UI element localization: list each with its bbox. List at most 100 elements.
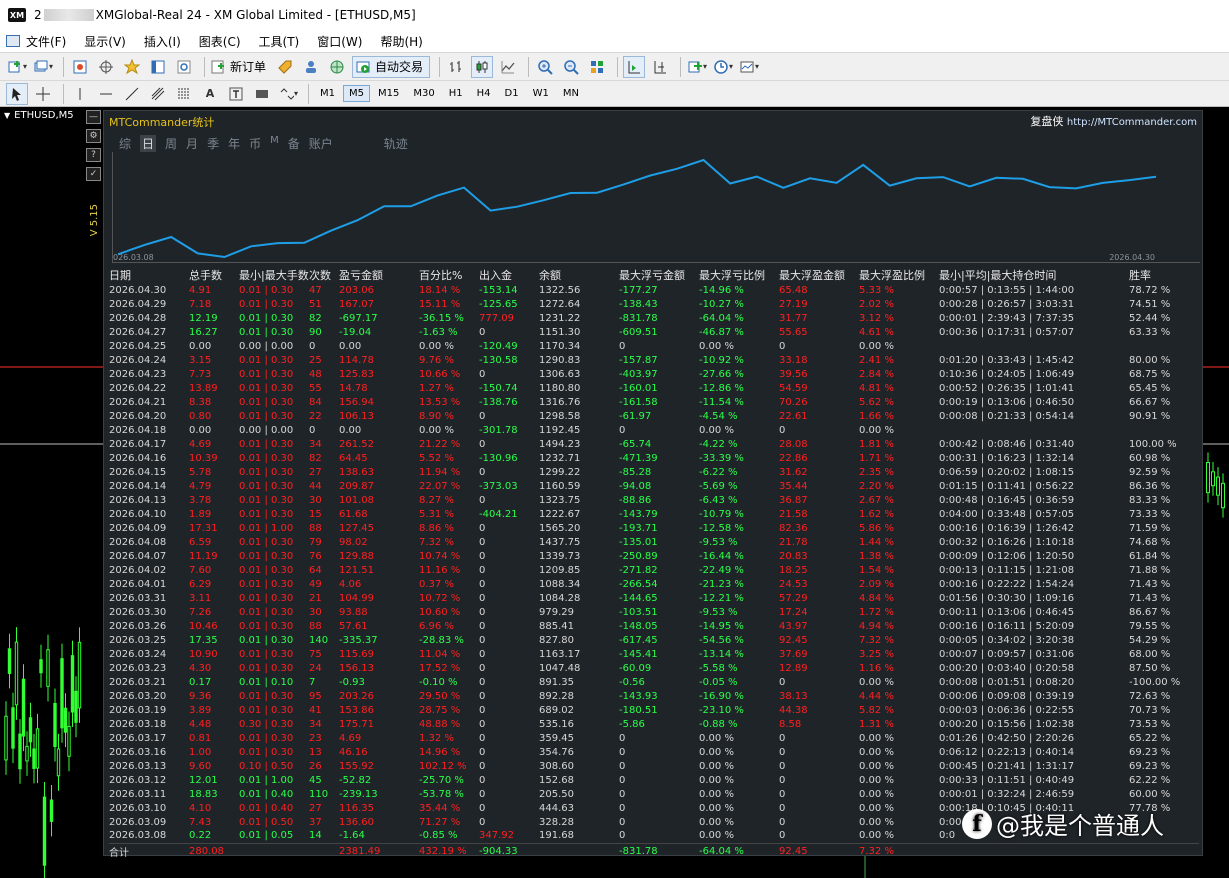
favorites-button[interactable] [121, 56, 143, 78]
vertical-line-button[interactable] [69, 83, 91, 105]
line-chart-button[interactable] [497, 56, 519, 78]
table-row[interactable]: 2026.04.25 0.00 0.00 | 0.00 0 0.00 0.00 % -120… [109, 339, 1199, 353]
vps-button[interactable] [326, 56, 348, 78]
table-row[interactable]: 2026.03.11 18.83 0.01 | 0.40 110 -239.13 -53.… [109, 787, 1199, 801]
crosshair-nav-button[interactable] [95, 56, 117, 78]
table-row[interactable]: 2026.04.15 5.78 0.01 | 0.30 27 138.63 11.94 %… [109, 465, 1199, 479]
panel-minimize-button[interactable]: — [86, 110, 101, 124]
tile-windows-button[interactable] [586, 56, 608, 78]
menu-file[interactable]: 文件(F) [6, 33, 66, 50]
arrows-button[interactable]: ▾ [277, 83, 299, 105]
candlestick-button[interactable] [471, 55, 494, 78]
table-row[interactable]: 2026.04.21 8.38 0.01 | 0.30 84 156.94 13.53 %… [109, 395, 1199, 409]
table-row[interactable]: 2026.03.23 4.30 0.01 | 0.30 24 156.13 17.52 %… [109, 661, 1199, 675]
col-header-trades[interactable]: 次数 [309, 267, 339, 283]
table-row[interactable]: 2026.04.14 4.79 0.01 | 0.30 44 209.87 22.07 %… [109, 479, 1199, 493]
timeframe-m15[interactable]: M15 [372, 85, 405, 102]
terminal-button[interactable] [147, 56, 169, 78]
table-row[interactable]: 2026.03.18 4.48 0.30 | 0.30 34 175.71 48.88 %… [109, 717, 1199, 731]
tab-overview[interactable]: 综 [119, 135, 131, 152]
fibonacci-button[interactable] [173, 83, 195, 105]
table-row[interactable]: 2026.03.21 0.17 0.01 | 0.10 7 -0.93 -0.10 % 0 8… [109, 675, 1199, 689]
col-header-total-lots[interactable]: 总手数 [189, 267, 239, 283]
new-order-button[interactable]: 新订单 [210, 56, 270, 78]
cursor-button[interactable] [6, 82, 28, 105]
table-row[interactable]: 2026.04.01 6.29 0.01 | 0.30 49 4.06 0.37 % 0 10… [109, 577, 1199, 591]
table-row[interactable]: 2026.04.17 4.69 0.01 | 0.30 34 261.52 21.22 %… [109, 437, 1199, 451]
signals-button[interactable] [274, 56, 296, 78]
menu-window[interactable]: 窗口(W) [317, 33, 362, 50]
menu-view[interactable]: 显示(V) [84, 33, 126, 50]
table-row[interactable]: 2026.04.23 7.73 0.01 | 0.30 48 125.83 10.66 %… [109, 367, 1199, 381]
table-row[interactable]: 2026.03.31 3.11 0.01 | 0.30 21 104.99 10.72 %… [109, 591, 1199, 605]
new-chart-button[interactable]: ▾ [6, 56, 28, 78]
col-header-date[interactable]: 日期 [109, 267, 189, 283]
table-row[interactable]: 2026.04.09 17.31 0.01 | 1.00 88 127.45 8.86 %… [109, 521, 1199, 535]
panel-help-button[interactable]: ? [86, 148, 101, 162]
timeframe-h4[interactable]: H4 [471, 85, 497, 102]
timeframe-d1[interactable]: D1 [499, 85, 525, 102]
table-row[interactable]: 2026.04.18 0.00 0.00 | 0.00 0 0.00 0.00 % -301… [109, 423, 1199, 437]
table-row[interactable]: 2026.04.29 7.18 0.01 | 0.30 51 167.07 15.11 %… [109, 297, 1199, 311]
horizontal-line-button[interactable] [95, 83, 117, 105]
table-row[interactable]: 2026.03.30 7.26 0.01 | 0.30 30 93.88 10.60 % 0… [109, 605, 1199, 619]
tab-yearly[interactable]: 年 [228, 135, 240, 152]
table-row[interactable]: 2026.03.12 12.01 0.01 | 1.00 45 -52.82 -25.70… [109, 773, 1199, 787]
menu-help[interactable]: 帮助(H) [380, 33, 422, 50]
tab-daily[interactable]: 日 [140, 135, 157, 152]
table-row[interactable]: 2026.04.13 3.78 0.01 | 0.30 30 101.08 8.27 % 0… [109, 493, 1199, 507]
timeframe-h1[interactable]: H1 [443, 85, 469, 102]
tab-account[interactable]: 账户 [309, 135, 333, 152]
table-row[interactable]: 2026.04.24 3.15 0.01 | 0.30 25 114.78 9.76 % -… [109, 353, 1199, 367]
menu-insert[interactable]: 插入(I) [144, 33, 181, 50]
col-header-max-float-profit-pct[interactable]: 最大浮盈比例 [859, 267, 939, 283]
timeframe-m1[interactable]: M1 [314, 85, 341, 102]
profiles-button[interactable]: ▾ [32, 56, 54, 78]
community-button[interactable] [300, 56, 322, 78]
table-row[interactable]: 2026.04.07 11.19 0.01 | 0.30 76 129.88 10.74 … [109, 549, 1199, 563]
periods-button[interactable]: ▾ [712, 56, 734, 78]
table-row[interactable]: 2026.03.26 10.46 0.01 | 0.30 88 57.61 6.96 % 0… [109, 619, 1199, 633]
timeframe-m30[interactable]: M30 [407, 85, 440, 102]
auto-scroll-button[interactable] [623, 55, 646, 78]
tab-symbol[interactable]: 币 [249, 135, 261, 152]
col-header-max-float-loss-pct[interactable]: 最大浮亏比例 [699, 267, 779, 283]
col-header-hold-time[interactable]: 最小|平均|最大持仓时间 [939, 267, 1129, 283]
tab-monthly[interactable]: 月 [186, 135, 198, 152]
table-row[interactable]: 2026.03.17 0.81 0.01 | 0.30 23 4.69 1.32 % 0 35… [109, 731, 1199, 745]
channel-button[interactable] [147, 83, 169, 105]
timeframe-mn[interactable]: MN [557, 85, 585, 102]
table-row[interactable]: 2026.03.13 9.60 0.10 | 0.50 26 155.92 102.12 … [109, 759, 1199, 773]
auto-trading-button[interactable]: 自动交易 [352, 55, 431, 78]
col-header-min-max-lots[interactable]: 最小|最大手数 [239, 267, 309, 283]
table-row[interactable]: 2026.04.30 4.91 0.01 | 0.30 47 203.06 18.14 %… [109, 283, 1199, 297]
text-label-button[interactable] [225, 83, 247, 105]
col-header-max-float-loss[interactable]: 最大浮亏金额 [619, 267, 699, 283]
col-header-pct[interactable]: 百分比% [419, 267, 479, 283]
col-header-deposit-withdraw[interactable]: 出入金 [479, 267, 539, 283]
menu-tools[interactable]: 工具(T) [259, 33, 300, 50]
col-header-pnl[interactable]: 盈亏金额 [339, 267, 419, 283]
table-row[interactable]: 2026.03.25 17.35 0.01 | 0.30 140 -335.37 -28.… [109, 633, 1199, 647]
col-header-balance[interactable]: 余额 [539, 267, 619, 283]
zoom-in-button[interactable] [534, 56, 556, 78]
table-row[interactable]: 2026.04.28 12.19 0.01 | 0.30 82 -697.17 -36.1… [109, 311, 1199, 325]
templates-button[interactable]: ▾ [738, 56, 760, 78]
text-button[interactable]: A [199, 83, 221, 105]
chart-symbol-tab[interactable]: ▼ ETHUSD,M5 [4, 110, 74, 121]
tab-notes[interactable]: 备 [288, 135, 300, 152]
trendline-button[interactable] [121, 83, 143, 105]
panel-settings-button[interactable]: ⚙ [86, 129, 101, 143]
table-row[interactable]: 2026.03.16 1.00 0.01 | 0.30 13 46.16 14.96 % 0… [109, 745, 1199, 759]
timeframe-m5[interactable]: M5 [343, 85, 370, 102]
table-row[interactable]: 2026.03.19 3.89 0.01 | 0.30 41 153.86 28.75 %… [109, 703, 1199, 717]
table-row[interactable]: 2026.04.16 10.39 0.01 | 0.30 82 64.45 5.52 % -… [109, 451, 1199, 465]
tester-button[interactable] [173, 56, 195, 78]
crosshair-button[interactable] [32, 83, 54, 105]
tab-weekly[interactable]: 周 [165, 135, 177, 152]
col-header-max-float-profit[interactable]: 最大浮盈金额 [779, 267, 859, 283]
table-row[interactable]: 2026.03.20 9.36 0.01 | 0.30 95 203.26 29.50 %… [109, 689, 1199, 703]
menu-charts[interactable]: 图表(C) [199, 33, 241, 50]
table-row[interactable]: 2026.04.10 1.89 0.01 | 0.30 15 61.68 5.31 % -4… [109, 507, 1199, 521]
tab-magic[interactable]: M [270, 135, 279, 152]
